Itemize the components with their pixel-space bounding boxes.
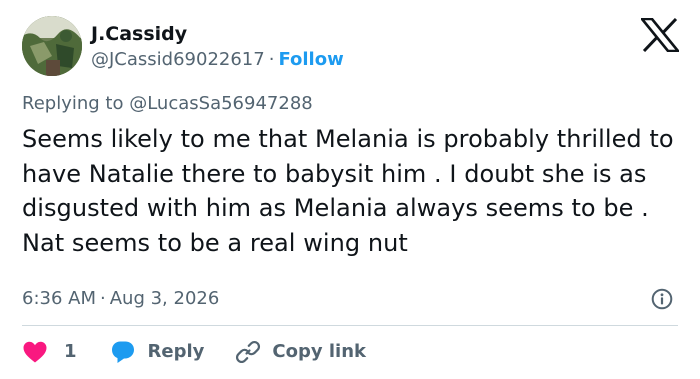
- reply-context-mention[interactable]: @LucasSa56947288: [129, 93, 313, 114]
- action-bar: 1 Reply Copy link: [22, 337, 366, 367]
- info-icon[interactable]: [651, 288, 673, 310]
- tweet-time: 6:36 AM: [22, 288, 96, 309]
- follow-button[interactable]: Follow: [278, 49, 343, 70]
- copy-link-label: Copy link: [272, 341, 366, 362]
- tweet-timestamp[interactable]: 6:36 AM · Aug 3, 2026: [22, 287, 219, 311]
- heart-icon: [22, 340, 48, 364]
- reply-context: Replying to @LucasSa56947288: [22, 92, 313, 116]
- like-count: 1: [64, 341, 77, 362]
- timestamp-separator: ·: [100, 288, 106, 309]
- tweet-date: Aug 3, 2026: [109, 288, 220, 309]
- avatar[interactable]: [22, 16, 82, 76]
- like-button[interactable]: 1: [22, 340, 77, 364]
- link-icon: [235, 339, 261, 365]
- handle-separator: ·: [268, 49, 275, 70]
- reply-context-prefix: Replying to: [22, 93, 124, 114]
- author-handle-line: @JCassid69022617 · Follow: [91, 48, 344, 72]
- reply-button[interactable]: Reply: [110, 339, 205, 365]
- profile-photo-icon: [22, 16, 82, 76]
- author-handle[interactable]: @JCassid69022617: [91, 49, 265, 70]
- tweet-card: J.Cassidy @JCassid69022617 · Follow Replyi…: [0, 0, 700, 379]
- author-display-name[interactable]: J.Cassidy: [91, 21, 187, 47]
- x-logo-icon[interactable]: [641, 18, 679, 52]
- divider: [22, 325, 678, 326]
- reply-bubble-icon: [110, 339, 136, 365]
- reply-label: Reply: [147, 341, 205, 362]
- tweet-text: Seems likely to me that Melania is proba…: [22, 125, 674, 257]
- copy-link-button[interactable]: Copy link: [235, 339, 366, 365]
